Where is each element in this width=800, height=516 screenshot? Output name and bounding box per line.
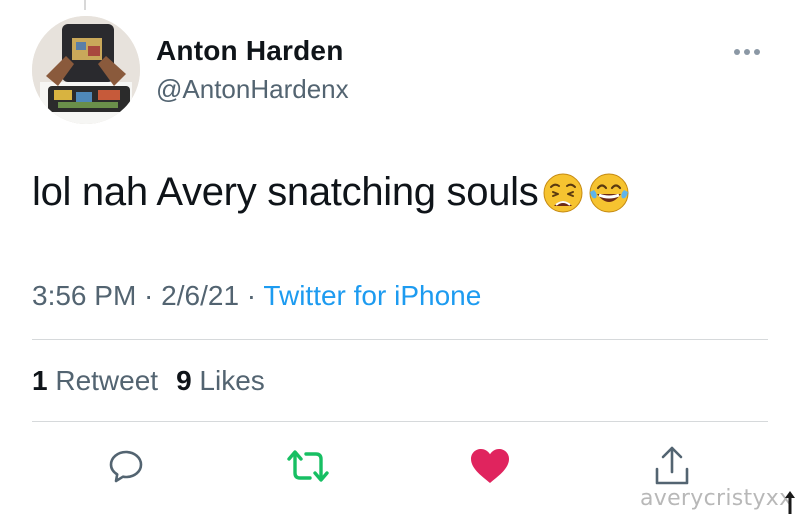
- tweet-meta: 3:56 PM · 2/6/21 · Twitter for iPhone: [32, 280, 481, 312]
- watermark-text: averycristyxx: [640, 486, 793, 511]
- avatar[interactable]: [32, 16, 140, 124]
- author-handle[interactable]: @AntonHardenx: [156, 74, 349, 105]
- more-dot: [744, 49, 750, 55]
- weary-face-emoji: [542, 172, 584, 214]
- like-button[interactable]: [468, 444, 512, 488]
- tweet-text-body: lol nah Avery snatching souls: [32, 170, 539, 214]
- author-display-name[interactable]: Anton Harden: [156, 35, 344, 67]
- retweets-stat[interactable]: 1 Retweet: [32, 365, 158, 396]
- reply-button[interactable]: [104, 444, 148, 488]
- tweet-date: 2/6/21: [161, 280, 240, 311]
- top-divider-tick: [84, 0, 86, 10]
- share-button[interactable]: [650, 444, 694, 488]
- more-dot: [754, 49, 760, 55]
- meta-separator: ·: [136, 280, 162, 311]
- engagement-stats: 1 Retweet 9 Likes: [32, 365, 265, 397]
- scroll-arrow-icon: [785, 491, 795, 514]
- tweet-source-link[interactable]: Twitter for iPhone: [263, 280, 481, 311]
- tweet-text: lol nah Avery snatching souls: [32, 170, 630, 215]
- meta-separator: ·: [239, 280, 264, 311]
- tweet-time: 3:56 PM: [32, 280, 137, 311]
- retweet-icon: [287, 450, 329, 482]
- tears-of-joy-emoji: [588, 172, 630, 214]
- divider: [32, 421, 768, 422]
- retweet-button[interactable]: [286, 444, 330, 488]
- reply-icon: [109, 450, 143, 483]
- likes-label: Likes: [191, 365, 265, 396]
- likes-stat[interactable]: 9 Likes: [176, 365, 265, 396]
- heart-icon: [471, 449, 509, 483]
- retweets-label: Retweet: [47, 365, 159, 396]
- more-dot: [734, 49, 740, 55]
- retweets-count: 1: [32, 365, 48, 396]
- likes-count: 9: [176, 365, 192, 396]
- more-options-icon[interactable]: [734, 46, 766, 58]
- divider: [32, 339, 768, 340]
- share-icon: [655, 446, 689, 485]
